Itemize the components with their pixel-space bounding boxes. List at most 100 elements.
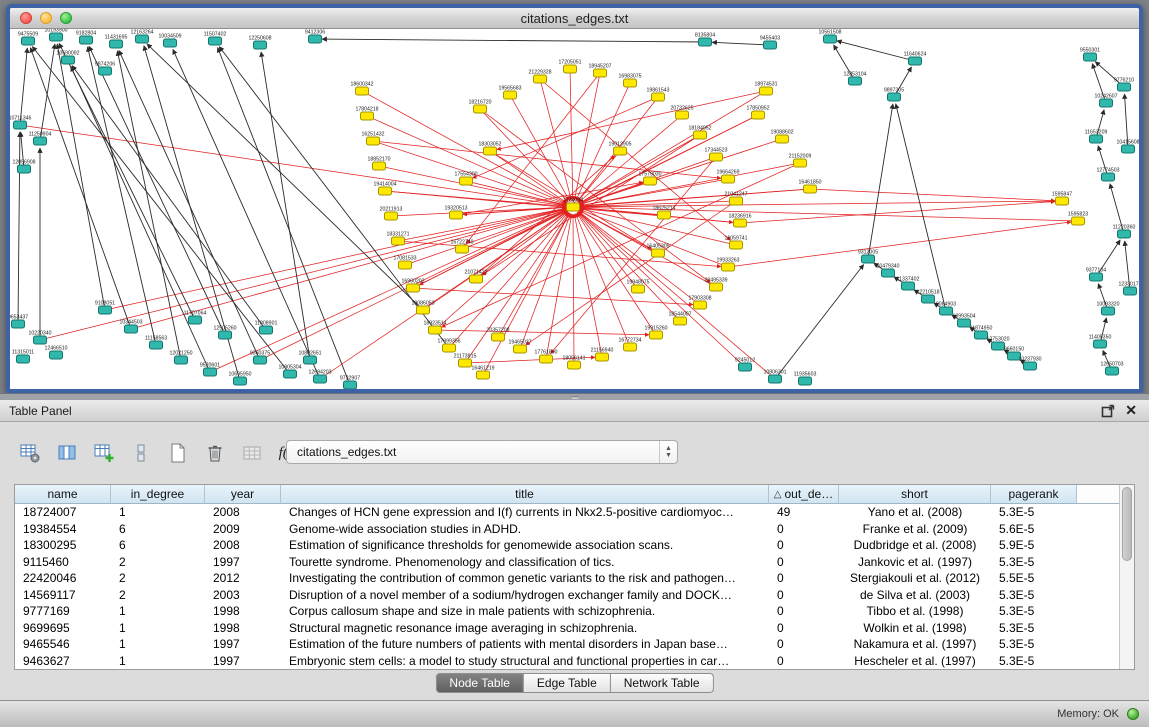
graph-node[interactable]: 17999356 [437, 339, 460, 353]
graph-node[interactable]: 10802651 [298, 351, 321, 365]
graph-node[interactable]: 10711346 [10, 116, 31, 130]
table-select[interactable]: citations_edges.txt ▲▼ [286, 440, 678, 464]
graph-node[interactable]: 11315011 [12, 350, 34, 364]
graph-node[interactable]: 12650703 [1100, 362, 1123, 376]
graph-node[interactable]: 20495339 [704, 278, 727, 292]
graph-edge[interactable] [712, 42, 770, 45]
graph-edge[interactable] [405, 209, 566, 265]
graph-node[interactable]: 11431695 [105, 35, 128, 49]
graph-node[interactable]: 12056908 [12, 160, 35, 174]
new-table-icon[interactable] [164, 439, 192, 467]
column-header-in-degree[interactable]: in_degree [111, 485, 205, 504]
graph-node[interactable]: 8135804 [695, 33, 715, 47]
table-cell-name[interactable]: 9115460 [15, 554, 111, 571]
table-row[interactable]: 1938455462009Genome-wide association stu… [15, 521, 1119, 538]
import-table-icon[interactable] [238, 439, 266, 467]
table-cell-pagerank[interactable]: 5.9E-5 [991, 537, 1077, 554]
graph-edge[interactable] [520, 214, 571, 349]
graph-node[interactable]: 17205051 [558, 60, 581, 74]
graph-edge[interactable] [540, 79, 731, 241]
graph-node[interactable]: 10695950 [228, 372, 251, 386]
tab-node-table[interactable]: Node Table [435, 673, 524, 693]
graph-node[interactable]: 10479340 [876, 264, 899, 278]
graph-node[interactable]: 10415608 [1116, 140, 1139, 154]
table-row[interactable]: 1872400712008Changes of HCN gene express… [15, 504, 1119, 521]
table-row[interactable]: 2242004622012Investigating the contribut… [15, 570, 1119, 587]
graph-node[interactable]: 9475509 [18, 32, 38, 46]
float-panel-icon[interactable] [1101, 404, 1115, 418]
column-header-name[interactable]: name [15, 485, 111, 504]
table-cell-name[interactable]: 18724007 [15, 504, 111, 521]
table-cell-name[interactable]: 14569117 [15, 587, 111, 604]
table-cell-out-de-[interactable]: 0 [769, 620, 839, 637]
table-cell-year[interactable]: 2009 [205, 521, 281, 538]
graph-edge[interactable] [59, 43, 195, 320]
graph-edge[interactable] [775, 265, 864, 380]
graph-node[interactable]: 11935603 [794, 372, 817, 386]
table-cell-title[interactable]: Disruption of a novel member of a sodium… [281, 587, 769, 604]
graph-node[interactable]: 10344503 [119, 320, 142, 334]
table-cell-out-de-[interactable]: 0 [769, 570, 839, 587]
graph-node[interactable]: 1595847 [1052, 192, 1072, 206]
table-mode-icon[interactable] [16, 439, 44, 467]
graph-node[interactable]: 19088602 [770, 130, 793, 144]
graph-node[interactable]: 9455403 [760, 36, 780, 50]
table-row[interactable]: 1456911722003Disruption of a novel membe… [15, 587, 1119, 604]
graph-node[interactable]: 10220340 [28, 331, 51, 345]
table-cell-title[interactable]: Embryonic stem cells: a model to study s… [281, 653, 769, 670]
table-row[interactable]: 911546021997Tourette syndrome. Phenomeno… [15, 554, 1119, 571]
table-cell-short[interactable]: Franke et al. (2009) [839, 521, 991, 538]
table-cell-pagerank[interactable]: 5.3E-5 [991, 653, 1077, 670]
graph-edge[interactable] [218, 48, 350, 386]
table-cell-title[interactable]: Estimation of significance thresholds fo… [281, 537, 769, 554]
graph-edge[interactable] [573, 214, 574, 365]
graph-node[interactable]: 9108051 [95, 301, 115, 315]
graph-node[interactable]: 21229328 [528, 70, 551, 84]
table-cell-short[interactable]: Hescheler et al. (1997) [839, 653, 991, 670]
graph-node[interactable]: 19465027 [508, 340, 531, 354]
table-cell-title[interactable]: Estimation of the future numbers of pati… [281, 636, 769, 653]
graph-node[interactable]: 12774503 [1096, 168, 1119, 182]
graph-node[interactable]: 21152009 [789, 154, 812, 168]
table-cell-out-de-[interactable]: 0 [769, 636, 839, 653]
table-row[interactable]: 1830029562008Estimation of significance … [15, 537, 1119, 554]
graph-node[interactable]: 1595823 [1068, 212, 1088, 226]
table-cell-in-degree[interactable]: 2 [111, 570, 205, 587]
create-column-icon[interactable] [90, 439, 118, 467]
graph-node[interactable]: 21071422 [464, 270, 487, 284]
table-cell-short[interactable]: Yano et al. (2008) [839, 504, 991, 521]
table-cell-short[interactable]: Tibbo et al. (1998) [839, 603, 991, 620]
graph-node[interactable]: 12330175 [1118, 282, 1139, 296]
graph-node[interactable]: 18056141 [562, 356, 585, 370]
graph-node[interactable]: 11808901 [255, 321, 278, 335]
graph-node[interactable]: 18184952 [688, 126, 711, 140]
graph-node[interactable]: 19086053 [411, 301, 434, 315]
graph-node[interactable]: 17761890 [534, 350, 557, 364]
graph-node[interactable]: 18600342 [350, 82, 373, 96]
table-cell-in-degree[interactable]: 1 [111, 620, 205, 637]
graph-node[interactable]: 9874206 [95, 62, 115, 76]
graph-edge[interactable] [57, 44, 105, 310]
table-cell-year[interactable]: 1997 [205, 653, 281, 670]
graph-node[interactable]: 11640624 [904, 52, 927, 66]
graph-edge[interactable] [490, 151, 567, 203]
table-cell-name[interactable]: 9465546 [15, 636, 111, 653]
graph-node[interactable]: 9412306 [305, 30, 325, 44]
graph-node[interactable]: 19948075 [626, 280, 649, 294]
show-columns-icon[interactable] [53, 439, 81, 467]
table-cell-in-degree[interactable]: 6 [111, 521, 205, 538]
graph-node[interactable]: 10237930 [1018, 357, 1041, 371]
graph-node[interactable]: 20211913 [380, 207, 403, 221]
table-cell-name[interactable]: 9463627 [15, 653, 111, 670]
table-cell-out-de-[interactable]: 0 [769, 653, 839, 670]
table-cell-name[interactable]: 19384554 [15, 521, 111, 538]
table-cell-in-degree[interactable]: 2 [111, 554, 205, 571]
table-cell-in-degree[interactable]: 1 [111, 504, 205, 521]
graph-node[interactable]: 10193900 [44, 29, 67, 41]
table-cell-pagerank[interactable]: 5.3E-5 [991, 636, 1077, 653]
graph-node[interactable]: 19915260 [644, 326, 667, 340]
graph-node[interactable]: 19861543 [646, 88, 669, 102]
table-cell-year[interactable]: 2008 [205, 504, 281, 521]
graph-node[interactable]: 16983075 [618, 74, 641, 88]
tab-edge-table[interactable]: Edge Table [524, 673, 611, 693]
